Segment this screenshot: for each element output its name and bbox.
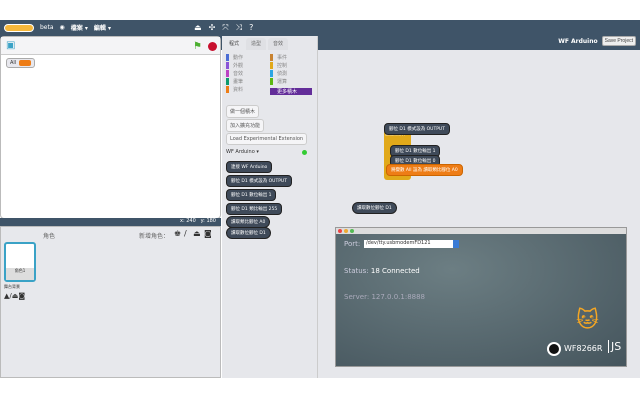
file-menu[interactable]: 檔案 ▾ bbox=[71, 23, 88, 32]
category-sensing[interactable]: 偵測 bbox=[270, 70, 287, 77]
status-value: 18 Connected bbox=[370, 267, 420, 275]
script-pin-mode[interactable]: 腳位 D1 模式設為 OUTPUT bbox=[384, 123, 450, 135]
wf8266r-connection-window: Port: /dev/tty.usbmodemFD121 Status: 18 … bbox=[335, 227, 627, 367]
category-data[interactable]: 資料 bbox=[226, 86, 243, 93]
duplicate-icon[interactable]: ⏏ bbox=[194, 23, 202, 33]
brand-name: WF8266R bbox=[564, 344, 603, 353]
globe-icon[interactable]: ◉ bbox=[60, 24, 65, 31]
brand-js: JS bbox=[608, 340, 621, 353]
variable-monitor: All bbox=[6, 58, 36, 68]
tab-costumes[interactable]: 造型 bbox=[246, 38, 266, 50]
category-control[interactable]: 控制 bbox=[270, 62, 287, 69]
load-experimental-extension-button[interactable]: Load Experimental Extension bbox=[226, 133, 308, 145]
stop-button[interactable] bbox=[208, 42, 217, 51]
save-project-button[interactable]: Save Project bbox=[601, 36, 636, 46]
block-palette: 程式 造型 音效 動作 外觀 音效 畫筆 資料 事件 控制 偵測 運算 更多積木… bbox=[222, 36, 318, 378]
green-flag-icon[interactable]: ⚑ bbox=[193, 41, 202, 52]
sprite-pane: 角色 新增角色： ♚ / ⏏ ◙ 角色1 舞台背景 ▲/⏏◙ bbox=[0, 226, 221, 378]
presentation-mode-icon[interactable]: ▣ bbox=[6, 40, 15, 51]
grow-icon[interactable]: ⤧ bbox=[222, 23, 228, 33]
delete-icon[interactable]: ✣ bbox=[209, 23, 216, 33]
category-events[interactable]: 事件 bbox=[270, 54, 287, 61]
wifi-logo-icon bbox=[547, 342, 561, 356]
tab-sounds[interactable]: 音效 bbox=[268, 38, 288, 50]
backdrop-icons[interactable]: ▲/⏏◙ bbox=[4, 292, 25, 300]
category-pen[interactable]: 畫筆 bbox=[226, 78, 243, 85]
category-operators[interactable]: 運算 bbox=[270, 78, 287, 85]
project-title: WF Arduino bbox=[558, 37, 598, 45]
sprite-thumbnail[interactable]: 角色1 bbox=[4, 242, 36, 282]
new-sprite-label: 新增角色： bbox=[139, 233, 170, 240]
minimize-icon[interactable] bbox=[344, 229, 348, 233]
block-analog-write[interactable]: 腳位 D1 類比輸出 255 bbox=[226, 203, 283, 215]
port-label: Port: bbox=[344, 240, 361, 248]
scratch-cat-icon: 🐱 bbox=[576, 308, 599, 333]
menu-bar: beta ◉ 檔案 ▾ 編輯 ▾ ⏏ ✣ ⤧ ⤨? bbox=[0, 20, 640, 35]
category-looks[interactable]: 外觀 bbox=[226, 62, 243, 69]
shrink-icon[interactable]: ⤨ bbox=[236, 23, 242, 33]
edit-menu[interactable]: 編輯 ▾ bbox=[94, 23, 111, 32]
connection-status-icon bbox=[302, 150, 307, 155]
category-more-blocks[interactable]: 更多積木 bbox=[270, 88, 312, 95]
category-motion[interactable]: 動作 bbox=[226, 54, 243, 61]
status-label: Status: bbox=[344, 267, 369, 275]
server-label: Server: bbox=[344, 293, 370, 301]
block-read-digital[interactable]: 讀取數位腳位 D1 bbox=[226, 227, 271, 239]
add-extension-button[interactable]: 加入擴充功能 bbox=[226, 119, 265, 132]
block-connect[interactable]: 連接 WF Arduino bbox=[226, 161, 273, 173]
script-read-digital[interactable]: 讀取數位腳位 D1 bbox=[352, 202, 397, 214]
sprites-title: 角色 bbox=[43, 233, 56, 240]
sprite-library-icon[interactable]: ♚ bbox=[174, 229, 181, 238]
camera-icon[interactable]: ◙ bbox=[204, 229, 212, 238]
close-icon[interactable] bbox=[338, 229, 342, 233]
make-block-button[interactable]: 做一個積木 bbox=[226, 105, 260, 118]
port-select[interactable]: /dev/tty.usbmodemFD121 bbox=[364, 240, 459, 248]
stage-label: 舞台背景 bbox=[4, 284, 20, 289]
upload-icon[interactable]: ⏏ bbox=[193, 229, 201, 238]
extension-menu[interactable]: WF Arduino ▾ bbox=[226, 149, 259, 155]
help-icon[interactable]: ? bbox=[249, 23, 253, 33]
server-value: 127.0.0.1:8888 bbox=[371, 293, 426, 301]
mouse-coordinates: x: 240 y: 180 bbox=[0, 218, 221, 226]
block-pin-mode[interactable]: 腳位 D1 模式設為 OUTPUT bbox=[226, 175, 292, 187]
beta-label: beta bbox=[40, 24, 54, 31]
block-digital-write[interactable]: 腳位 D1 數位輸出 1 bbox=[226, 189, 277, 201]
maximize-icon[interactable] bbox=[350, 229, 354, 233]
tab-scripts[interactable]: 程式 bbox=[224, 38, 244, 50]
scratch-logo[interactable] bbox=[4, 23, 34, 32]
paint-icon[interactable]: / bbox=[184, 229, 187, 238]
stage[interactable]: ▣ ⚑ All bbox=[0, 36, 221, 219]
script-set-variable[interactable]: 將變數 All 設為 讀取類比腳位 A0 bbox=[386, 164, 463, 176]
category-sound[interactable]: 音效 bbox=[226, 70, 243, 77]
